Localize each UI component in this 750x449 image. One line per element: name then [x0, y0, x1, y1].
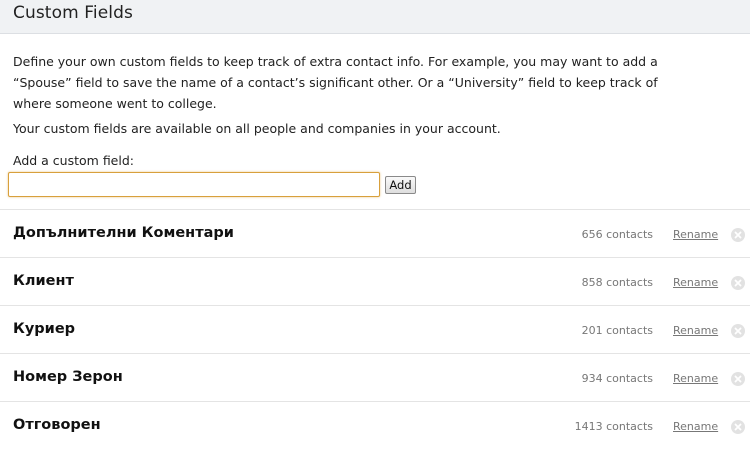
contact-count: 656 contacts: [581, 228, 653, 241]
add-field-button[interactable]: Add: [385, 176, 416, 194]
field-name: Куриер: [13, 321, 76, 337]
rename-link[interactable]: Rename: [673, 228, 718, 241]
field-name: Клиент: [13, 273, 74, 289]
list-item: Отговорен 1413 contacts Rename: [0, 401, 750, 449]
close-circle-icon[interactable]: [731, 324, 745, 338]
contact-count: 858 contacts: [581, 276, 653, 289]
list-item: Клиент 858 contacts Rename: [0, 257, 750, 305]
field-name: Отговорен: [13, 417, 101, 433]
custom-field-input[interactable]: [8, 172, 380, 197]
rename-link[interactable]: Rename: [673, 276, 718, 289]
field-name: Номер Зерон: [13, 369, 123, 385]
list-item: Куриер 201 contacts Rename: [0, 305, 750, 353]
contact-count: 201 contacts: [581, 324, 653, 337]
field-name: Допълнителни Коментари: [13, 225, 234, 241]
page-title: Custom Fields: [13, 3, 133, 23]
page-header: Custom Fields: [0, 0, 750, 34]
availability-note: Your custom fields are available on all …: [13, 121, 501, 136]
list-item: Допълнителни Коментари 656 contacts Rena…: [0, 209, 750, 257]
add-field-label: Add a custom field:: [13, 153, 134, 168]
rename-link[interactable]: Rename: [673, 324, 718, 337]
close-circle-icon[interactable]: [731, 420, 745, 434]
close-circle-icon[interactable]: [731, 228, 745, 242]
custom-fields-list: Допълнителни Коментари 656 contacts Rena…: [0, 209, 750, 449]
close-circle-icon[interactable]: [731, 372, 745, 386]
close-circle-icon[interactable]: [731, 276, 745, 290]
contact-count: 1413 contacts: [574, 420, 653, 433]
rename-link[interactable]: Rename: [673, 420, 718, 433]
contact-count: 934 contacts: [581, 372, 653, 385]
rename-link[interactable]: Rename: [673, 372, 718, 385]
list-item: Номер Зерон 934 contacts Rename: [0, 353, 750, 401]
intro-paragraph: Define your own custom fields to keep tr…: [13, 54, 658, 111]
